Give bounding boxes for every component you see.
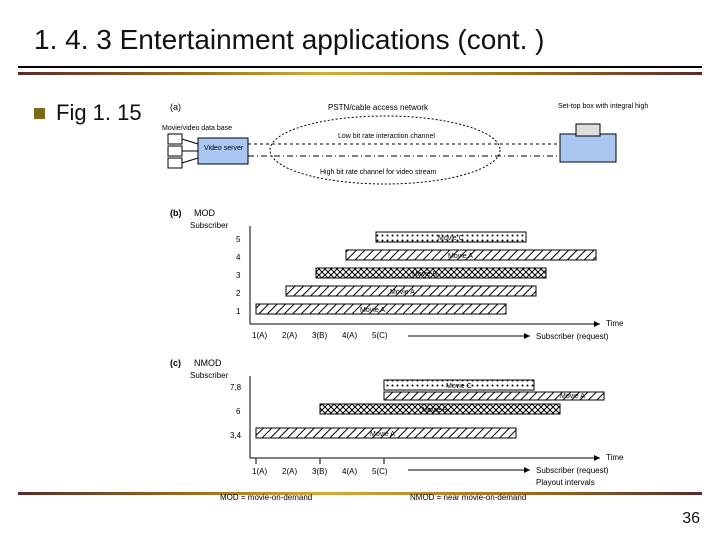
slide: 1. 4. 3 Entertainment applications (cont… bbox=[0, 0, 720, 540]
mod-t5: 5(C) bbox=[372, 331, 388, 340]
svg-text:2: 2 bbox=[236, 289, 241, 298]
panel-a-label: (a) bbox=[170, 102, 181, 112]
figure-1-15: (a) Movie/video data base Video server P… bbox=[160, 98, 650, 506]
nmod-movie-a2: Movie A bbox=[560, 393, 585, 400]
footer-nmod: NMOD = near movie-on-demand bbox=[410, 493, 526, 502]
nmod-t2: 2(A) bbox=[282, 467, 297, 476]
page-title: 1. 4. 3 Entertainment applications (cont… bbox=[34, 24, 545, 56]
nmod-note2: Playout intervals bbox=[536, 478, 595, 487]
nmod-xlabel: Time bbox=[606, 453, 624, 462]
mod-movie-b: Movie B bbox=[412, 271, 438, 278]
mod-t2: 2(A) bbox=[282, 331, 297, 340]
mod-ylabel: Subscriber bbox=[190, 221, 229, 230]
mod-xlabel: Time bbox=[606, 319, 624, 328]
panel-c-label: (c) bbox=[170, 358, 181, 368]
nmod-y1: 7,8 bbox=[230, 383, 242, 392]
nmod-movie-b: Movie B bbox=[422, 407, 448, 414]
nmod-t1: 1(A) bbox=[252, 467, 267, 476]
high-ch-label: High bit rate channel for video stream bbox=[320, 169, 437, 176]
nmod-movie-a: Movie A bbox=[370, 431, 395, 438]
page-number: 36 bbox=[682, 510, 700, 528]
nmod-y3: 3,4 bbox=[230, 431, 242, 440]
nmod-t5: 5(C) bbox=[372, 467, 388, 476]
video-server-label: Video server bbox=[204, 145, 244, 152]
panel-b-label: (b) bbox=[170, 208, 182, 218]
mod-t4: 4(A) bbox=[342, 331, 357, 340]
bullet-icon bbox=[34, 108, 45, 119]
db-label: Movie/video data base bbox=[162, 125, 232, 132]
nmod-heading: NMOD bbox=[194, 358, 222, 368]
mod-movie-a1: Movie A bbox=[360, 307, 385, 314]
pstn-label: PSTN/cable access network bbox=[328, 103, 429, 112]
mod-movie-a2: Movie A bbox=[390, 289, 415, 296]
nmod-note1: Subscriber (request) bbox=[536, 466, 609, 475]
svg-text:4: 4 bbox=[236, 253, 241, 262]
mod-t3: 3(B) bbox=[312, 331, 327, 340]
mod-heading: MOD bbox=[194, 208, 215, 218]
low-ch-label: Low bit rate interaction channel bbox=[338, 133, 435, 140]
bullet-text: Fig 1. 15 bbox=[56, 100, 142, 126]
mod-note: Subscriber (request) bbox=[536, 332, 609, 341]
svg-text:3: 3 bbox=[236, 271, 241, 280]
settop-label: Set-top box with integral high bit rate … bbox=[558, 103, 650, 110]
svg-text:1: 1 bbox=[236, 307, 241, 316]
mod-t1: 1(A) bbox=[252, 331, 267, 340]
nmod-t3: 3(B) bbox=[312, 467, 327, 476]
nmod-y2: 6 bbox=[236, 407, 241, 416]
nmod-ylabel: Subscriber bbox=[190, 371, 229, 380]
mod-movie-c: Movie C bbox=[438, 235, 464, 242]
title-underline bbox=[18, 66, 702, 68]
svg-text:5: 5 bbox=[236, 235, 241, 244]
accent-rule-top bbox=[18, 72, 702, 75]
mod-movie-a3: Movie A bbox=[448, 253, 473, 260]
footer-mod: MOD = movie-on-demand bbox=[220, 493, 312, 502]
nmod-movie-c: Movie C bbox=[446, 383, 472, 390]
nmod-t4: 4(A) bbox=[342, 467, 357, 476]
